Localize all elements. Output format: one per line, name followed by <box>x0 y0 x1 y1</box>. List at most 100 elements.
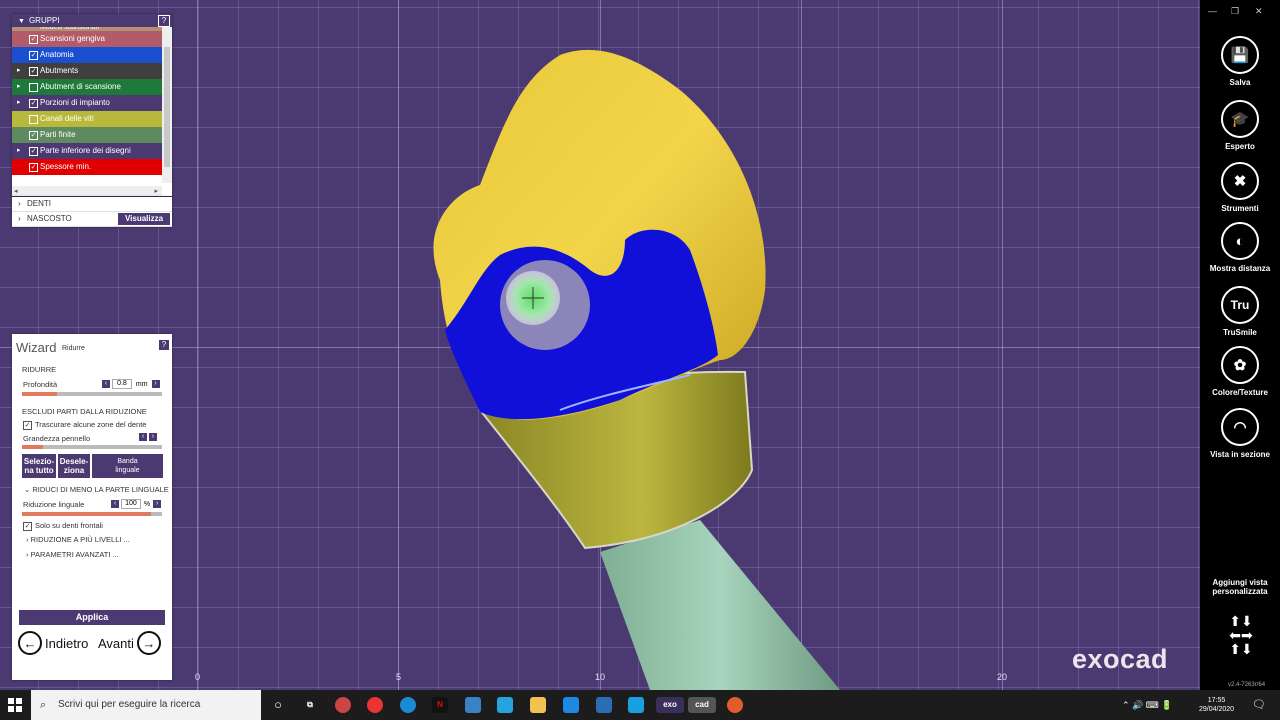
mail-icon[interactable] <box>563 697 579 713</box>
group-checkbox[interactable]: ✓ <box>29 35 38 44</box>
minimize-icon[interactable]: — <box>1208 6 1217 16</box>
profondita-value[interactable]: 0.8 <box>111 379 132 389</box>
scroll-right-icon[interactable]: ▸ <box>154 187 158 195</box>
taskbar-app-cad[interactable]: cad <box>688 697 716 713</box>
scrollbar-thumb[interactable] <box>164 47 170 167</box>
app-icon[interactable] <box>628 697 644 713</box>
tool-tools[interactable]: ✖ Strumenti <box>1200 162 1280 213</box>
edge-icon[interactable] <box>400 697 416 713</box>
trascurare-checkbox[interactable]: ✓ Trascurare alcune zone del dente <box>23 420 146 430</box>
group-item[interactable]: ▸ ✓ Parte inferiore dei disegni <box>12 143 162 159</box>
file-explorer-icon[interactable] <box>530 697 546 713</box>
grandezza-stepper[interactable]: ‹ › <box>139 433 157 441</box>
tool-label: Vista in sezione <box>1210 450 1270 459</box>
expand-icon[interactable]: ▸ <box>17 95 21 111</box>
profondita-slider[interactable] <box>22 392 162 396</box>
increase-icon[interactable]: › <box>151 380 160 388</box>
riduzione-value[interactable]: 100 <box>120 499 141 509</box>
tool-trusmile[interactable]: Tru TruSmile <box>1200 286 1280 337</box>
grandezza-slider[interactable] <box>22 445 162 449</box>
tooth-3d-model[interactable] <box>0 0 1200 690</box>
taskbar-search[interactable]: ⌕ Scrivi qui per eseguire la ricerca <box>31 690 261 720</box>
close-icon[interactable]: ✕ <box>1255 6 1263 17</box>
group-item[interactable]: ✓ Anatomia <box>12 47 162 63</box>
group-item[interactable]: Canali delle viti <box>12 111 162 127</box>
app-icon[interactable] <box>335 697 351 713</box>
group-checkbox[interactable]: ✓ <box>29 131 38 140</box>
deselect-button[interactable]: Desele-ziona <box>58 454 90 478</box>
expand-icon[interactable]: ▸ <box>17 63 21 79</box>
apply-button[interactable]: Applica <box>19 610 165 625</box>
group-checkbox[interactable]: ✓ <box>29 99 38 108</box>
group-item[interactable]: ✓ Spessore min. <box>12 159 162 175</box>
groups-header[interactable]: ▼ GRUPPI ? <box>12 14 172 27</box>
tool-tooth-distance[interactable]: ◐ Mostra distanza <box>1200 222 1280 273</box>
scroll-left-icon[interactable]: ◂ <box>14 187 18 195</box>
clock[interactable]: 17:55 29/04/2020 <box>1199 696 1234 714</box>
group-checkbox[interactable] <box>29 115 38 124</box>
tool-section-view[interactable]: ◠ Vista in sezione <box>1200 408 1280 459</box>
tree-item-label: DENTI <box>27 199 51 208</box>
group-item[interactable]: ▸ ✓ Porzioni di impianto <box>12 95 162 111</box>
select-all-button[interactable]: Selezio-na tutto <box>22 454 56 478</box>
profondita-stepper[interactable]: ‹ 0.8 mm › <box>102 379 160 389</box>
arrow-right-icon: → <box>136 631 161 655</box>
app-icon[interactable] <box>727 697 743 713</box>
group-checkbox[interactable]: ✓ <box>29 147 38 156</box>
custom-view-button[interactable]: Aggiungi vista personalizzata <box>1200 578 1280 596</box>
group-checkbox[interactable]: ✓ <box>29 51 38 60</box>
save-icon: 💾 <box>1221 36 1259 74</box>
group-item[interactable]: ▸ ✓ Abutments <box>12 63 162 79</box>
app-icon[interactable] <box>465 697 481 713</box>
tool-label: Strumenti <box>1221 204 1259 213</box>
piu-livelli-toggle[interactable]: › RIDUZIONE A PIÙ LIVELLI ... <box>26 535 130 544</box>
cortana-icon[interactable]: ○ <box>270 697 286 713</box>
vertical-scrollbar[interactable] <box>162 27 172 183</box>
tray-icons[interactable]: ⌃ 🔊 ⌨ 🔋 <box>1122 690 1172 720</box>
taskbar-app-exo[interactable]: exo <box>656 697 684 713</box>
decrease-icon[interactable]: ‹ <box>102 380 110 388</box>
group-checkbox[interactable] <box>29 83 38 92</box>
wizard-help-button[interactable]: ? <box>159 340 169 350</box>
next-button[interactable]: Avanti → <box>98 631 161 655</box>
expand-icon[interactable]: ▸ <box>17 143 21 159</box>
restore-icon[interactable]: ❐ <box>1231 6 1239 17</box>
group-item[interactable]: ▸ Abutment di scansione <box>12 79 162 95</box>
riduci-section-toggle[interactable]: ⌄ RIDUCI DI MENO LA PARTE LINGUALE <box>24 485 169 494</box>
solo-frontali-checkbox[interactable]: ✓ Solo su denti frontali <box>23 521 103 531</box>
horizontal-scrollbar[interactable]: ◂ ▸ <box>12 186 162 196</box>
netflix-icon[interactable]: N <box>432 697 448 713</box>
section-ridurre: RIDURRE <box>22 365 57 374</box>
skype-icon[interactable] <box>497 697 513 713</box>
group-item-label: Parti finite <box>40 130 76 139</box>
banda-linguale-button[interactable]: Banda linguale <box>92 454 163 478</box>
parametri-avanzati-toggle[interactable]: › PARAMETRI AVANZATI ... <box>26 550 119 559</box>
3d-viewport[interactable]: 0 5 10 15 20 <box>0 0 1200 690</box>
windows-start-icon[interactable] <box>8 698 22 712</box>
back-button[interactable]: ← Indietro <box>18 631 89 655</box>
view-arrows-icon[interactable]: ⬆⬇ ⬅➡ ⬆⬇ <box>1220 614 1262 656</box>
visualizza-button[interactable]: Visualizza <box>118 213 170 225</box>
riduzione-slider[interactable] <box>22 512 162 516</box>
increase-icon[interactable]: › <box>153 500 162 508</box>
increase-icon[interactable]: › <box>148 433 157 441</box>
group-item[interactable]: ✓ Parti finite <box>12 127 162 143</box>
tool-graduation-cap[interactable]: 🎓 Esperto <box>1200 100 1280 151</box>
group-checkbox[interactable]: ✓ <box>29 67 38 76</box>
task-view-icon[interactable]: ⧉ <box>302 697 318 713</box>
store-icon[interactable] <box>596 697 612 713</box>
tool-color-texture[interactable]: ✿ Colore/Texture <box>1200 346 1280 397</box>
chrome-icon[interactable] <box>367 697 383 713</box>
group-item[interactable]: ✓ Scansioni gengiva <box>12 31 162 47</box>
tree-item-denti[interactable]: › DENTI <box>12 197 172 212</box>
tool-save[interactable]: 💾 Salva <box>1200 36 1280 87</box>
riduzione-stepper[interactable]: ‹ 100 % › <box>111 499 162 509</box>
tree-item-nascosto[interactable]: › NASCOSTO Visualizza <box>12 212 172 227</box>
group-checkbox[interactable]: ✓ <box>29 163 38 172</box>
help-button[interactable]: ? <box>158 15 170 27</box>
expand-icon[interactable]: ▸ <box>17 79 21 95</box>
decrease-icon[interactable]: ‹ <box>139 433 147 441</box>
decrease-icon[interactable]: ‹ <box>111 500 119 508</box>
tool-label: Esperto <box>1225 142 1255 151</box>
notification-icon[interactable]: 🗨 <box>1252 690 1266 720</box>
